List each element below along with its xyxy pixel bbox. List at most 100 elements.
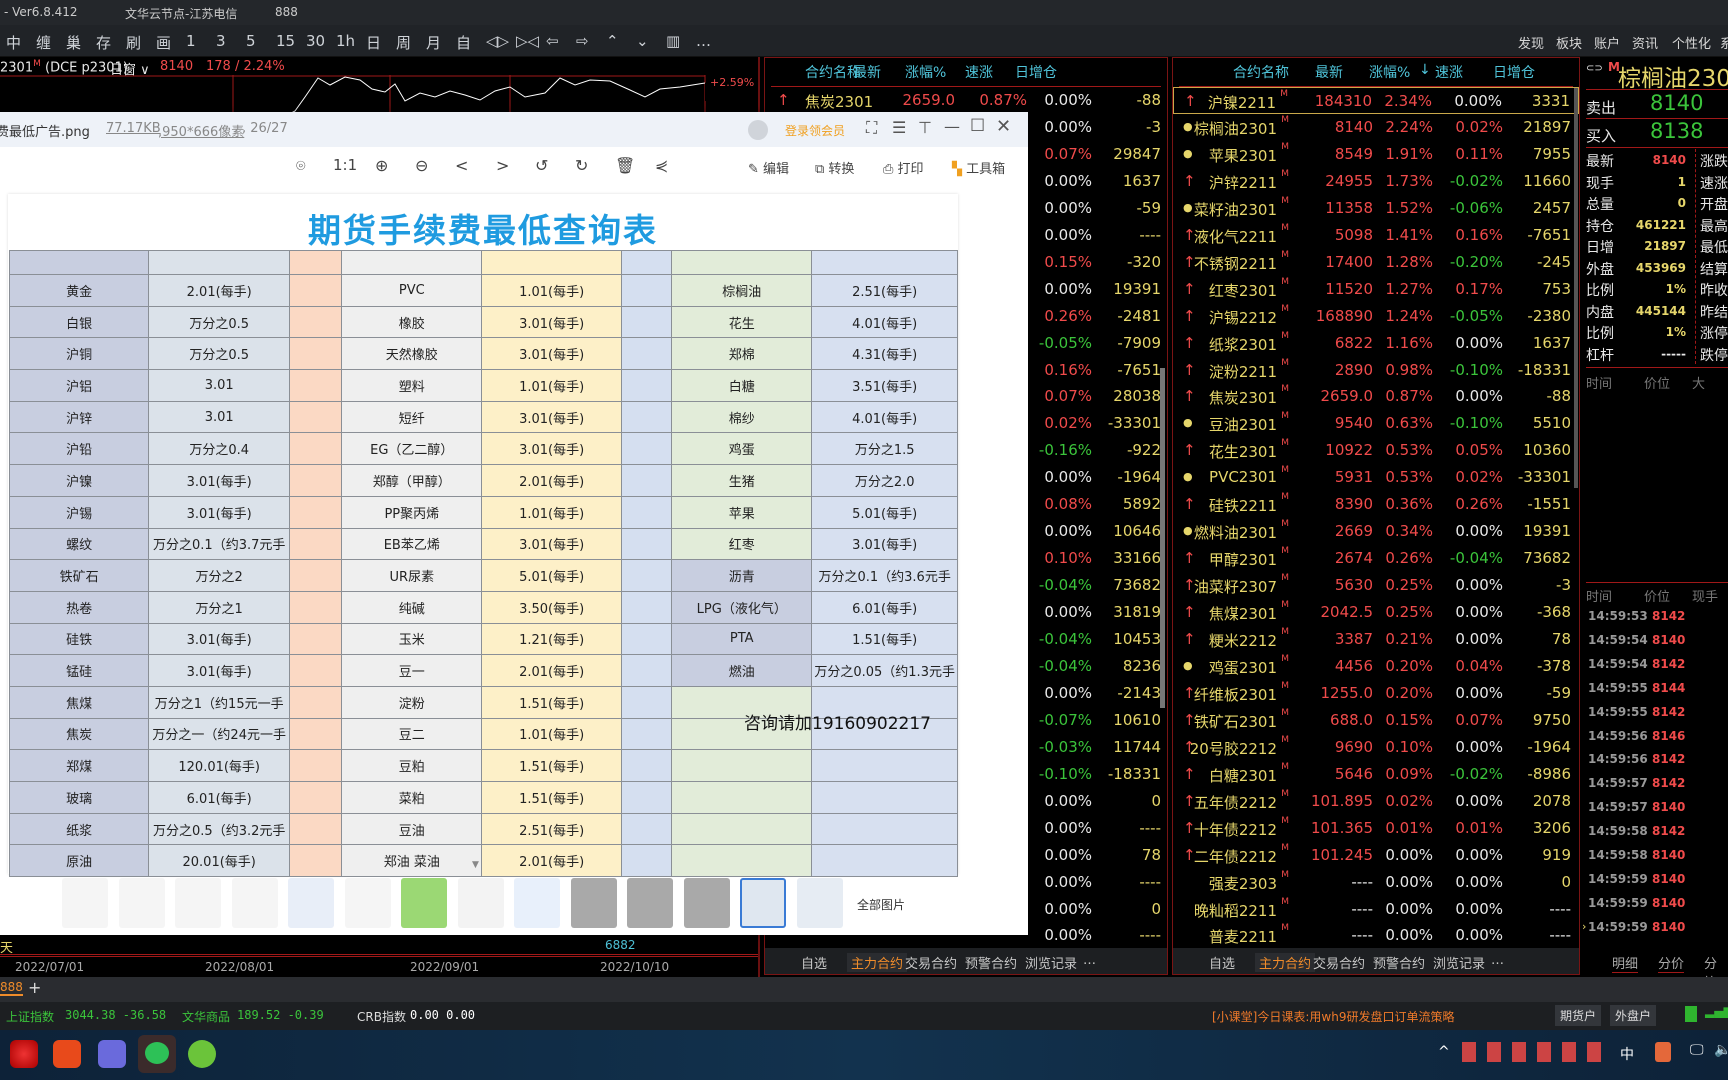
thumbnail[interactable] [457,878,504,928]
thumbnail[interactable] [231,878,278,928]
link-icon[interactable]: ⊂⊃ [1586,63,1603,74]
close-button[interactable]: ✕ [996,116,1011,137]
tool-icon[interactable]: 存 [96,32,111,53]
list-row[interactable]: ↑ 20号胶2212 M 9690 0.10% 0.00% -1964 [1173,734,1579,761]
next-icon[interactable]: > [496,156,509,175]
wps-icon[interactable] [53,1040,81,1068]
list-row[interactable]: ● 燃料油2301 M 2669 0.34% 0.00% 19391 [1173,518,1579,545]
list-row[interactable]: ↑ 沪镍2211 M 184310 2.34% 0.00% 3331 [1173,87,1579,114]
list-row[interactable]: ↑ 红枣2301 M 11520 1.27% 0.17% 753 [1173,276,1579,303]
column-header-last[interactable]: 最新 [1315,62,1343,86]
list-row[interactable]: ↑ 十年债2212 M 101.365 0.01% 0.01% 3206 [1173,815,1579,842]
list-row[interactable]: ↑ 铁矿石2301 M 688.0 0.15% 0.07% 9750 [1173,707,1579,734]
list-row[interactable]: ↑ 硅铁2211 M 8390 0.36% 0.26% -1551 [1173,491,1579,518]
workspace-tab[interactable]: 888 [0,980,23,996]
nav-tool-icon[interactable]: ▥ [666,32,680,50]
period-button[interactable]: 15 [276,32,295,50]
thumbnail[interactable] [683,878,730,928]
ime-indicator[interactable]: 中 [1620,1044,1634,1064]
tray-icons[interactable] [1462,1042,1612,1062]
foreign-account-button[interactable]: 外盘户 [1610,1005,1657,1026]
tool-icon[interactable]: 画 [156,32,171,53]
list-row[interactable]: ● 苹果2301 M 8549 1.91% 0.11% 7955 [1173,141,1579,168]
list-tab[interactable]: 预警合约 [965,953,1017,972]
list-row[interactable]: ● 棕榈油2301 M 8140 2.24% 0.02% 21897 [1173,114,1579,141]
fullscreen-icon[interactable]: ⛶ [866,118,877,138]
column-header-oi[interactable]: 日增仓 [1015,62,1057,86]
list-row[interactable]: ↑ 粳米2212 M 3387 0.21% 0.00% 78 [1173,626,1579,653]
list-row[interactable]: ● 豆油2301 M 9540 0.63% -0.10% 5510 [1173,410,1579,437]
toolbox-button[interactable]: ▚ 工具箱 [952,158,1005,177]
actual-size-button[interactable]: 1:1 [333,156,357,174]
add-tab-button[interactable]: + [28,978,41,997]
login-member-link[interactable]: 登录领会员 [785,122,845,139]
list-tab[interactable]: 自选 [1209,953,1235,972]
all-images-link[interactable]: 全部图片 [857,896,905,913]
thumbnail[interactable] [514,878,560,928]
wechat-icon[interactable] [138,1035,176,1073]
list-tab[interactable]: … [1491,953,1504,968]
scrollbar[interactable] [1574,88,1578,488]
period-button[interactable]: 3 [216,32,226,50]
edit-button[interactable]: ✎ 编辑 [748,158,789,177]
thumbnail[interactable] [175,878,221,928]
sort-desc-icon[interactable]: ↓ [1419,62,1431,86]
app-icon-red[interactable] [10,1040,38,1068]
user-avatar[interactable] [748,120,768,140]
nav-tool-icon[interactable]: ◁▷ [486,32,509,50]
list-tab[interactable]: 交易合约 [905,953,957,972]
list-row[interactable]: ↑ 二年债2212 M 101.245 0.00% 0.00% 919 [1173,842,1579,869]
list-row[interactable]: ↑ 不锈钢2211 M 17400 1.28% -0.20% -245 [1173,249,1579,276]
app-icon-green[interactable] [188,1040,216,1068]
sogou-icon[interactable] [1655,1042,1671,1062]
period-button[interactable]: 自 [456,32,471,53]
thumbnail[interactable] [740,878,786,928]
list-row[interactable]: ↑ 花生2301 M 10922 0.53% 0.05% 10360 [1173,437,1579,464]
thumbnail[interactable] [118,878,165,928]
period-button[interactable]: 日 [366,32,381,53]
print-button[interactable]: ⎙ 打印 [883,158,924,177]
list-tab[interactable]: 交易合约 [1313,953,1365,972]
file-size[interactable]: 77.17KB [106,121,161,136]
collapse-thumbs-icon[interactable]: ▼ [472,860,479,870]
list-row[interactable]: ↑ 纤维板2301 M 1255.0 0.20% 0.00% -59 [1173,680,1579,707]
minimize-button[interactable]: — [944,117,960,136]
volume-icon[interactable]: 🔈 [1714,1042,1728,1058]
column-header-speed[interactable]: 速涨 [1435,62,1463,86]
list-row[interactable]: 晚籼稻2211 M ---- 0.00% 0.00% ---- [1173,896,1579,923]
thumbnail[interactable] [288,878,334,928]
tray-expand-icon[interactable]: ^ [1438,1044,1450,1060]
nav-tool-icon[interactable]: ⇨ [576,32,589,50]
column-header-chg[interactable]: 涨幅% [1369,62,1410,86]
thumbnail[interactable] [62,878,108,928]
period-button[interactable]: 1 [186,32,196,50]
period-button[interactable]: 30 [306,32,325,50]
list-tab[interactable]: 浏览记录 [1025,953,1077,972]
contract-list-right[interactable]: 合约名称 最新 涨幅% 速涨 日增仓 ↓ ↑ 沪镍2211 M 184310 2.34% 0.00% 3… [1172,57,1580,975]
list-tab[interactable]: 主力合约 [1255,953,1316,972]
thumbnail[interactable] [570,878,617,928]
nav-tool-icon[interactable]: ⇦ [546,32,559,50]
column-header-last[interactable]: 最新 [853,62,881,86]
thumbnail[interactable] [796,878,843,928]
list-row[interactable]: ↑ 白糖2301 M 5646 0.09% -0.02% -8986 [1173,761,1579,788]
menu-item[interactable]: 个性化 [1672,33,1711,52]
menu-item[interactable]: 资讯 [1632,33,1658,52]
rotate-right-icon[interactable]: ↻ [575,156,588,175]
thumbnail-strip[interactable]: 全部图片 [0,872,1028,935]
list-row[interactable]: ↑ 沪锡2212 M 168890 1.24% -0.05% -2380 [1173,303,1579,330]
delete-icon[interactable]: 🗑 [615,156,635,175]
futures-account-button[interactable]: 期货户 [1555,1005,1602,1026]
nav-tool-icon[interactable]: ▷◁ [516,32,539,50]
pin-icon[interactable]: ⊤ [918,118,932,137]
image-viewer-window[interactable]: 费最低广告.png 77.17KB ,950*666像素 , 26/27 登录领… [0,112,1028,935]
menu-item[interactable]: 账户 [1594,33,1620,52]
image-dimensions[interactable]: ,950*666像素 [158,121,244,140]
column-header-oi[interactable]: 日增仓 [1493,62,1535,86]
menu-item[interactable]: 板块 [1556,33,1582,52]
scrollbar[interactable] [1160,368,1165,708]
notice-ticker[interactable]: [小课堂]今日课表:用wh9研发盘口订单流策略 [1212,1008,1454,1025]
list-row[interactable]: ↑ 液化气2211 M 5098 1.41% 0.16% -7651 [1173,222,1579,249]
list-row[interactable]: ↑ 油菜籽2307 M 5630 0.25% 0.00% -3 [1173,572,1579,599]
tool-icon[interactable]: 中 [6,32,21,53]
